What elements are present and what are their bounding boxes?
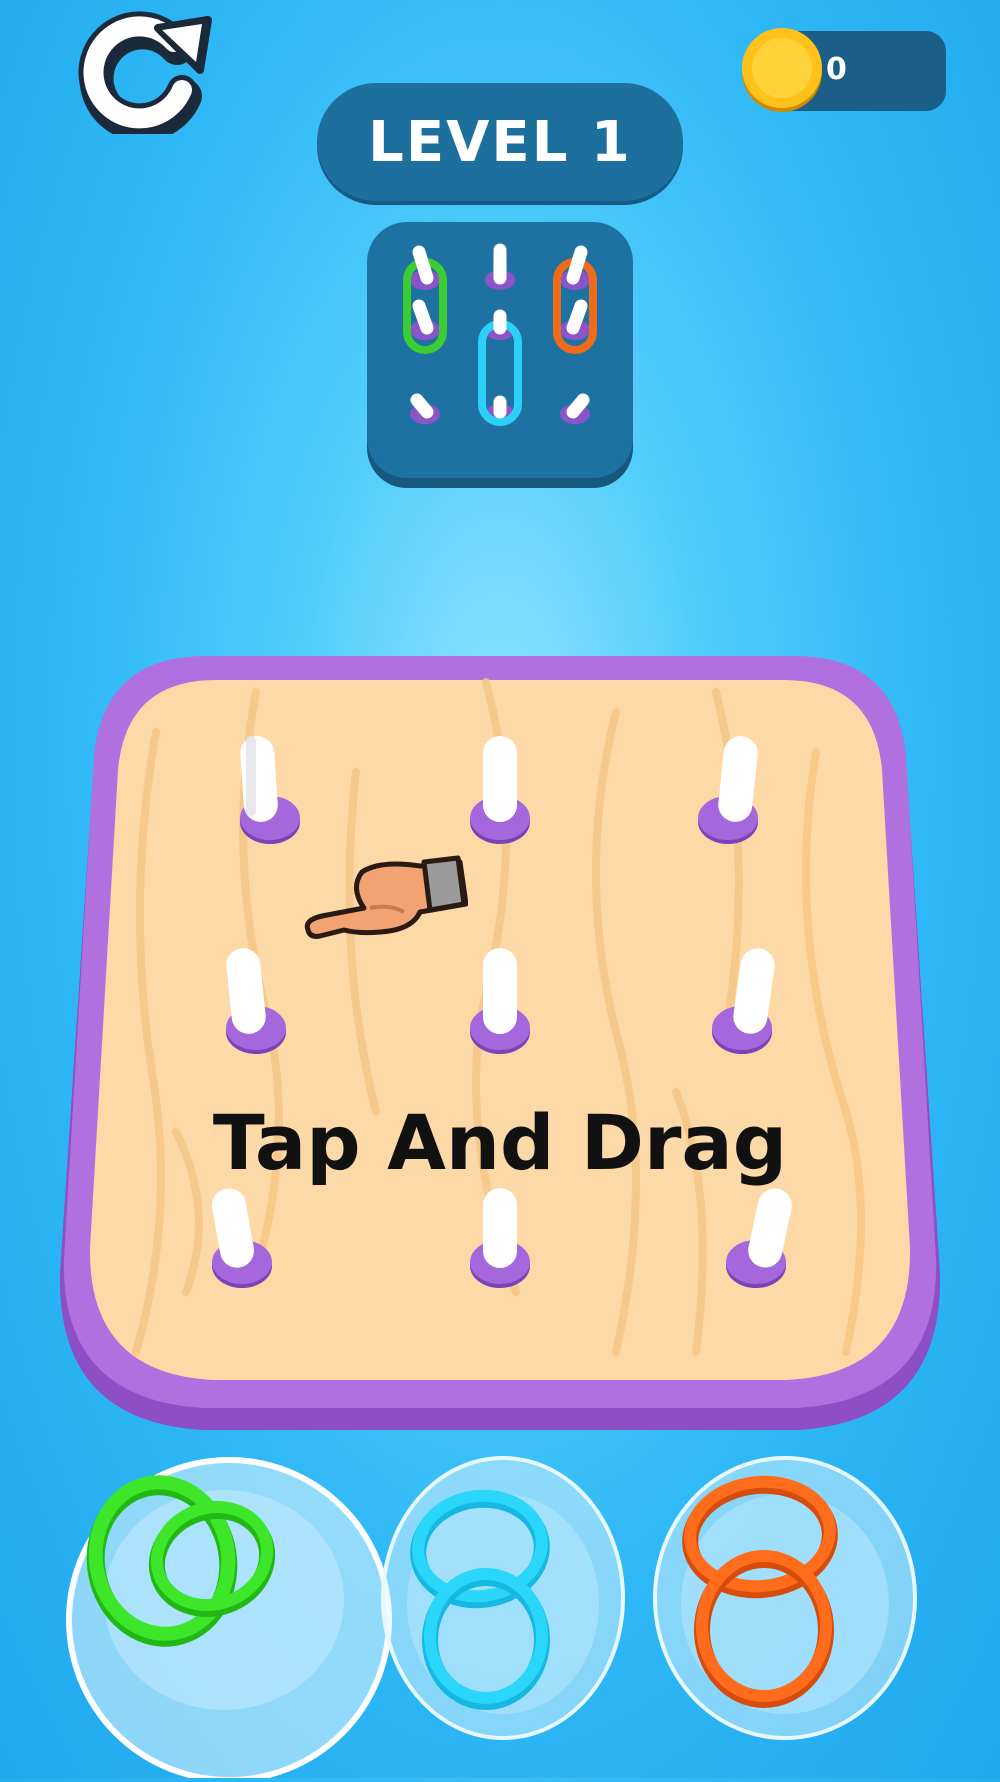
peg[interactable] bbox=[470, 736, 530, 844]
coin-count: 0 bbox=[826, 52, 847, 87]
tap-and-drag-hint: Tap And Drag bbox=[212, 1098, 788, 1187]
peg[interactable] bbox=[470, 948, 530, 1054]
peg[interactable] bbox=[209, 1186, 272, 1288]
ring-bowl-orange[interactable] bbox=[650, 1454, 920, 1754]
level-label: LEVEL 1 bbox=[368, 109, 632, 175]
ring-bowl-green[interactable] bbox=[64, 1450, 394, 1782]
ring-bowl-cyan[interactable] bbox=[378, 1454, 628, 1754]
peg[interactable] bbox=[239, 735, 300, 844]
peg[interactable] bbox=[225, 946, 286, 1054]
pointing-hand-icon bbox=[300, 846, 469, 946]
peg[interactable] bbox=[470, 1188, 530, 1288]
peg[interactable] bbox=[726, 1185, 795, 1288]
peg[interactable] bbox=[712, 946, 777, 1054]
gold-coin-icon bbox=[738, 26, 826, 114]
peg[interactable] bbox=[698, 734, 759, 844]
restart-button[interactable] bbox=[74, 6, 214, 142]
target-pattern-preview bbox=[367, 222, 633, 488]
restart-arrow-icon bbox=[78, 11, 212, 142]
level-badge: LEVEL 1 bbox=[317, 83, 683, 201]
board-pegs bbox=[209, 734, 795, 1288]
